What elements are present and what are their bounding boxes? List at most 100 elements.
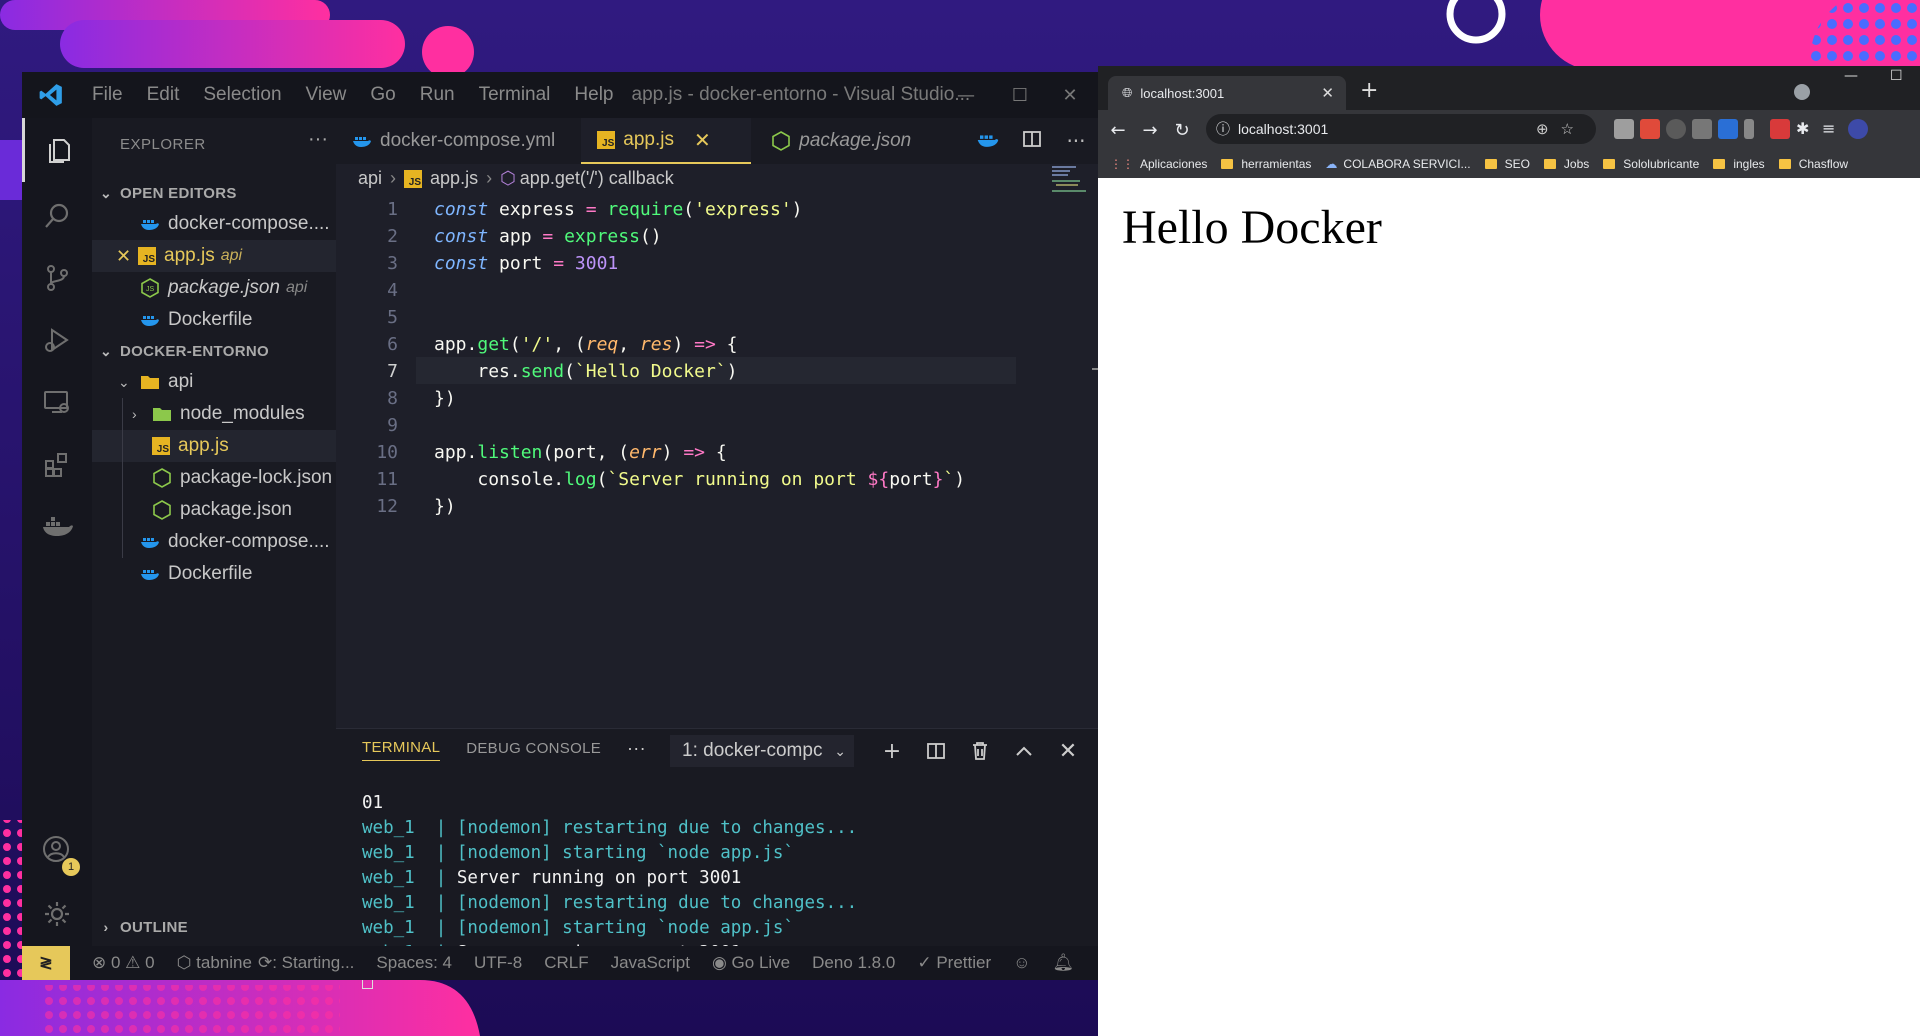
tree-folder-api[interactable]: ⌄ api bbox=[92, 366, 336, 398]
close-panel-icon[interactable]: ✕ bbox=[1048, 735, 1088, 767]
explorer-more-icon[interactable]: ··· bbox=[308, 128, 328, 151]
extension-icon-3[interactable] bbox=[1666, 119, 1686, 139]
open-editor-dockerfile[interactable]: Dockerfile bbox=[92, 304, 336, 336]
prettier-status[interactable]: ✓ Prettier bbox=[917, 953, 991, 973]
open-editor-app-js[interactable]: ✕ JS app.js api bbox=[92, 240, 336, 272]
close-window-button[interactable]: ✕ bbox=[1042, 72, 1098, 118]
profile-avatar[interactable] bbox=[1848, 119, 1868, 139]
tab-debug-console[interactable]: DEBUG CONSOLE bbox=[466, 740, 601, 757]
docker-icon[interactable] bbox=[22, 494, 92, 558]
breadcrumb-file[interactable]: app.js bbox=[430, 168, 478, 189]
tree-file-dockerfile[interactable]: Dockerfile bbox=[92, 558, 336, 590]
open-editor-package-json[interactable]: JS package.json api bbox=[92, 272, 336, 304]
deno-status[interactable]: Deno 1.8.0 bbox=[812, 953, 895, 973]
new-tab-button[interactable]: + bbox=[1360, 78, 1378, 103]
more-actions-icon[interactable]: ··· bbox=[1054, 129, 1098, 153]
menu-terminal[interactable]: Terminal bbox=[467, 84, 563, 106]
bookmark-folder[interactable]: Chasflow bbox=[1778, 157, 1848, 171]
language-status[interactable]: JavaScript bbox=[611, 953, 690, 973]
minimize-button[interactable]: — bbox=[1844, 68, 1858, 84]
terminal-select[interactable]: 1: docker-compc ⌄ bbox=[670, 735, 854, 767]
maximize-button[interactable]: ☐ bbox=[992, 72, 1048, 118]
golive-status[interactable]: ◉ Go Live bbox=[712, 953, 790, 973]
tree-file-package-lock[interactable]: package-lock.json bbox=[92, 462, 336, 494]
extension-icon-4[interactable] bbox=[1692, 119, 1712, 139]
tree-file-package-json[interactable]: package.json bbox=[92, 494, 336, 526]
minimap[interactable] bbox=[1052, 164, 1092, 194]
notifications-bell-icon[interactable]: 🔔︎ bbox=[1052, 953, 1074, 973]
tabnine-status[interactable]: ⬡ tabnine bbox=[177, 953, 252, 973]
chevron-down-icon: ⌄ bbox=[118, 373, 130, 390]
maximize-panel-icon[interactable] bbox=[1004, 735, 1044, 767]
outline-section[interactable]: › OUTLINE bbox=[92, 912, 336, 942]
bookmark-folder[interactable]: herramientas bbox=[1221, 157, 1311, 171]
extension-icon-6[interactable] bbox=[1744, 119, 1754, 139]
bookmark-apps[interactable]: ⋮⋮ Aplicaciones bbox=[1110, 157, 1207, 171]
search-icon[interactable] bbox=[22, 184, 92, 248]
extension-icon-5[interactable] bbox=[1718, 119, 1738, 139]
reload-icon[interactable]: ↻ bbox=[1166, 120, 1198, 141]
run-debug-icon[interactable] bbox=[22, 308, 92, 372]
extensions-icon[interactable] bbox=[22, 432, 92, 496]
menu-edit[interactable]: Edit bbox=[135, 84, 192, 106]
terminal-line: web_1 | Server running on port 3001 bbox=[362, 868, 742, 888]
bookmark-folder[interactable]: ingles bbox=[1713, 157, 1765, 171]
remote-explorer-icon[interactable] bbox=[22, 370, 92, 434]
split-terminal-icon[interactable] bbox=[916, 735, 956, 767]
tree-file-app-js[interactable]: JS app.js bbox=[92, 430, 336, 462]
project-section[interactable]: ⌄ DOCKER-ENTORNO bbox=[92, 336, 336, 366]
reading-list-icon[interactable]: ≡ bbox=[1822, 119, 1835, 138]
open-editors-section[interactable]: ⌄ OPEN EDITORS bbox=[92, 178, 336, 208]
puzzle-extensions-icon[interactable]: ✱ bbox=[1796, 119, 1809, 138]
line-number: 2 bbox=[387, 226, 398, 247]
explorer-icon[interactable] bbox=[22, 118, 92, 182]
tree-folder-node-modules[interactable]: › node_modules bbox=[92, 398, 336, 430]
tab-package-json[interactable]: package.json bbox=[755, 118, 927, 164]
menu-selection[interactable]: Selection bbox=[191, 84, 293, 106]
source-control-icon[interactable] bbox=[22, 246, 92, 310]
problems-indicator[interactable]: ⊗ 0 ⚠ 0 bbox=[92, 953, 155, 973]
breadcrumb-symbol[interactable]: app.get('/') callback bbox=[520, 168, 674, 189]
browser-tab[interactable]: 🌐︎ localhost:3001 ✕ bbox=[1108, 76, 1346, 110]
menu-go[interactable]: Go bbox=[358, 84, 407, 106]
menu-file[interactable]: File bbox=[80, 84, 135, 106]
settings-gear-icon[interactable] bbox=[22, 882, 92, 946]
eol-status[interactable]: CRLF bbox=[544, 953, 588, 973]
address-bar[interactable]: ⓘ localhost:3001 ⊕☆ bbox=[1206, 114, 1596, 144]
close-tab-icon[interactable]: ✕ bbox=[694, 128, 711, 153]
close-icon[interactable]: ✕ bbox=[116, 246, 138, 267]
breadcrumb-folder[interactable]: api bbox=[358, 168, 382, 189]
tab-app-js[interactable]: JS app.js ✕ bbox=[581, 118, 752, 164]
remote-indicator-icon[interactable]: ≷ bbox=[22, 946, 70, 980]
bookmark-folder[interactable]: Jobs bbox=[1543, 157, 1589, 171]
forward-arrow-icon[interactable]: → bbox=[1134, 120, 1166, 141]
feedback-icon[interactable]: ☺ bbox=[1013, 953, 1030, 973]
extension-icon-2[interactable] bbox=[1640, 119, 1660, 139]
extension-icon-7[interactable] bbox=[1770, 119, 1790, 139]
minimize-button[interactable]: — bbox=[938, 72, 994, 118]
maximize-button[interactable]: ☐ bbox=[1890, 68, 1903, 84]
extension-icon-1[interactable] bbox=[1614, 119, 1634, 139]
bookmark-folder[interactable]: SEO bbox=[1484, 157, 1530, 171]
split-editor-icon[interactable] bbox=[1010, 129, 1054, 154]
indentation-status[interactable]: Spaces: 4 bbox=[376, 953, 452, 973]
account-icon[interactable]: 1 bbox=[22, 818, 92, 882]
menu-run[interactable]: Run bbox=[408, 84, 467, 106]
docker-action-icon[interactable] bbox=[966, 129, 1010, 153]
bookmark-folder[interactable]: Sololubricante bbox=[1603, 157, 1699, 171]
new-terminal-icon[interactable]: + bbox=[872, 735, 912, 767]
tab-terminal[interactable]: TERMINAL bbox=[362, 739, 441, 761]
open-editor-docker-compose[interactable]: docker-compose.... bbox=[92, 208, 336, 240]
back-arrow-icon[interactable]: ← bbox=[1102, 120, 1134, 141]
kill-terminal-icon[interactable] bbox=[960, 735, 1000, 767]
close-tab-icon[interactable]: ✕ bbox=[1321, 84, 1334, 102]
panel-more-icon[interactable]: ··· bbox=[627, 738, 646, 759]
tab-docker-compose[interactable]: docker-compose.yml bbox=[336, 118, 571, 164]
tree-file-docker-compose[interactable]: docker-compose.... bbox=[92, 526, 336, 558]
encoding-status[interactable]: UTF-8 bbox=[474, 953, 522, 973]
menu-view[interactable]: View bbox=[294, 84, 359, 106]
zoom-and-star-icons[interactable]: ⊕☆ bbox=[1536, 120, 1586, 138]
bookmark-link[interactable]: ☁ COLABORA SERVICI... bbox=[1325, 157, 1470, 171]
tab-search-icon[interactable] bbox=[1794, 84, 1810, 100]
menu-help[interactable]: Help bbox=[562, 84, 625, 106]
